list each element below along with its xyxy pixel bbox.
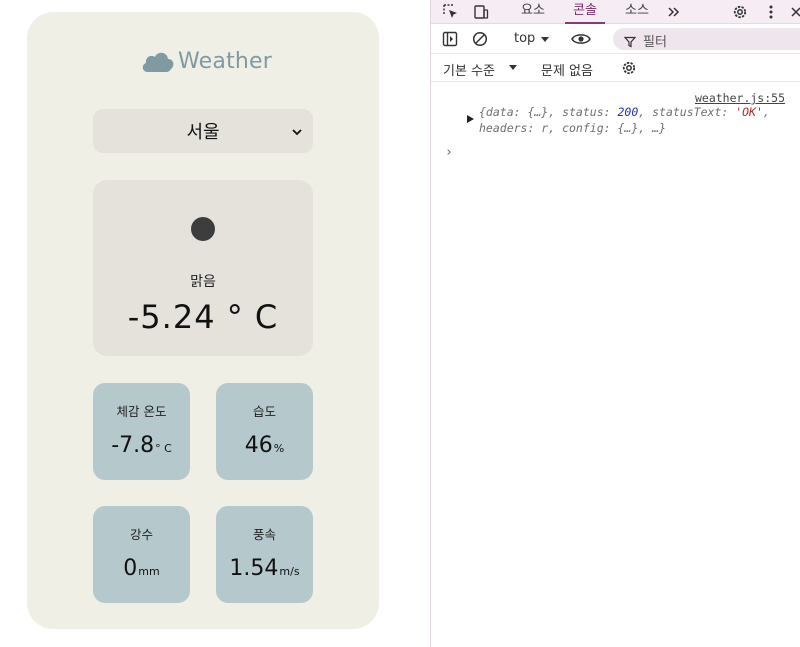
precipitation-label: 강수 — [129, 527, 153, 542]
current-temperature: -5.24 ° C — [127, 298, 279, 336]
logo-text: Weather — [178, 48, 273, 74]
issues-counter[interactable]: 문제 없음 — [541, 60, 593, 79]
log-status-text-value: 'OK' — [735, 105, 763, 119]
devtools-tabbar: 요소 콘솔 소스 — [431, 0, 800, 24]
precipitation-number: 0 — [123, 556, 138, 581]
chevron-down-icon — [291, 123, 303, 136]
clear-console-icon[interactable] — [470, 29, 490, 49]
precipitation-unit: mm — [138, 565, 160, 578]
wind-speed-number: 1.54 — [229, 556, 279, 581]
app-logo: Weather — [140, 44, 272, 78]
close-icon[interactable] — [786, 2, 800, 22]
console-toolbar: top 필터 — [431, 25, 800, 54]
feels-like-unit: ° C — [155, 442, 172, 455]
weather-card: Weather 서울 맑음 -5.24 ° C 체감 온도 -7.8° C 습도… — [27, 12, 379, 629]
device-toggle-icon[interactable] — [471, 2, 491, 22]
humidity-value: 46% — [216, 433, 313, 458]
humidity-unit: % — [273, 442, 285, 455]
log-level-dropdown-icon[interactable] — [503, 58, 523, 78]
dropdown-icon[interactable] — [535, 30, 555, 50]
weather-app-pane: Weather 서울 맑음 -5.24 ° C 체감 온도 -7.8° C 습도… — [0, 0, 430, 647]
eye-icon[interactable] — [571, 29, 591, 49]
console-prompt[interactable]: › — [445, 145, 453, 160]
console-toolbar-secondary: 기본 수준 문제 없음 — [431, 54, 800, 82]
kebab-menu-icon[interactable] — [761, 2, 781, 22]
tab-elements[interactable]: 요소 — [513, 0, 553, 24]
city-select[interactable]: 서울 — [93, 109, 313, 153]
tab-console[interactable]: 콘솔 — [565, 0, 605, 24]
log-text: , — [762, 105, 770, 119]
log-text: {data: {…}, status: — [479, 105, 618, 119]
feels-like-number: -7.8 — [111, 433, 155, 458]
current-weather-panel: 맑음 -5.24 ° C — [93, 180, 313, 356]
log-status-value: 200 — [617, 105, 639, 119]
context-selector[interactable]: top — [514, 31, 535, 46]
humidity-label: 습도 — [252, 404, 276, 419]
cloud-icon — [140, 48, 176, 74]
precipitation-value: 0mm — [93, 556, 190, 581]
expand-object-arrow-icon[interactable] — [467, 115, 474, 123]
feels-like-label: 체감 온도 — [116, 404, 167, 419]
city-select-value: 서울 — [186, 122, 220, 143]
tab-sources[interactable]: 소스 — [617, 0, 657, 24]
wind-speed-label: 풍속 — [252, 527, 276, 542]
log-text: , statusText: — [638, 105, 736, 119]
console-settings-icon[interactable] — [619, 58, 639, 78]
wind-speed-unit: m/s — [279, 565, 300, 578]
humidity-number: 46 — [244, 433, 273, 458]
weather-description: 맑음 — [190, 274, 216, 290]
log-message-line-2[interactable]: headers: r, config: {…}, …} — [479, 121, 666, 135]
feels-like-card: 체감 온도 -7.8° C — [93, 383, 190, 480]
filter-placeholder: 필터 — [643, 35, 667, 50]
feels-like-value: -7.8° C — [93, 433, 190, 458]
settings-icon[interactable] — [730, 2, 750, 22]
devtools-panel: 요소 콘솔 소스 top 필터 기본 수준 문제 없음 weather.js:5… — [430, 0, 800, 647]
log-source-link[interactable]: weather.js:55 — [695, 91, 785, 105]
sidebar-toggle-icon[interactable] — [440, 29, 460, 49]
precipitation-card: 강수 0mm — [93, 506, 190, 603]
more-tabs-icon[interactable] — [664, 2, 684, 22]
wind-speed-value: 1.54m/s — [216, 556, 313, 581]
console-filter-input[interactable]: 필터 — [613, 28, 800, 50]
inspect-icon[interactable] — [441, 2, 461, 22]
filter-icon — [623, 33, 637, 48]
log-message-line-1[interactable]: {data: {…}, status: 200, statusText: 'OK… — [479, 105, 770, 119]
weather-condition-icon — [191, 217, 215, 241]
log-level-selector[interactable]: 기본 수준 — [443, 60, 495, 79]
wind-speed-card: 풍속 1.54m/s — [216, 506, 313, 603]
humidity-card: 습도 46% — [216, 383, 313, 480]
